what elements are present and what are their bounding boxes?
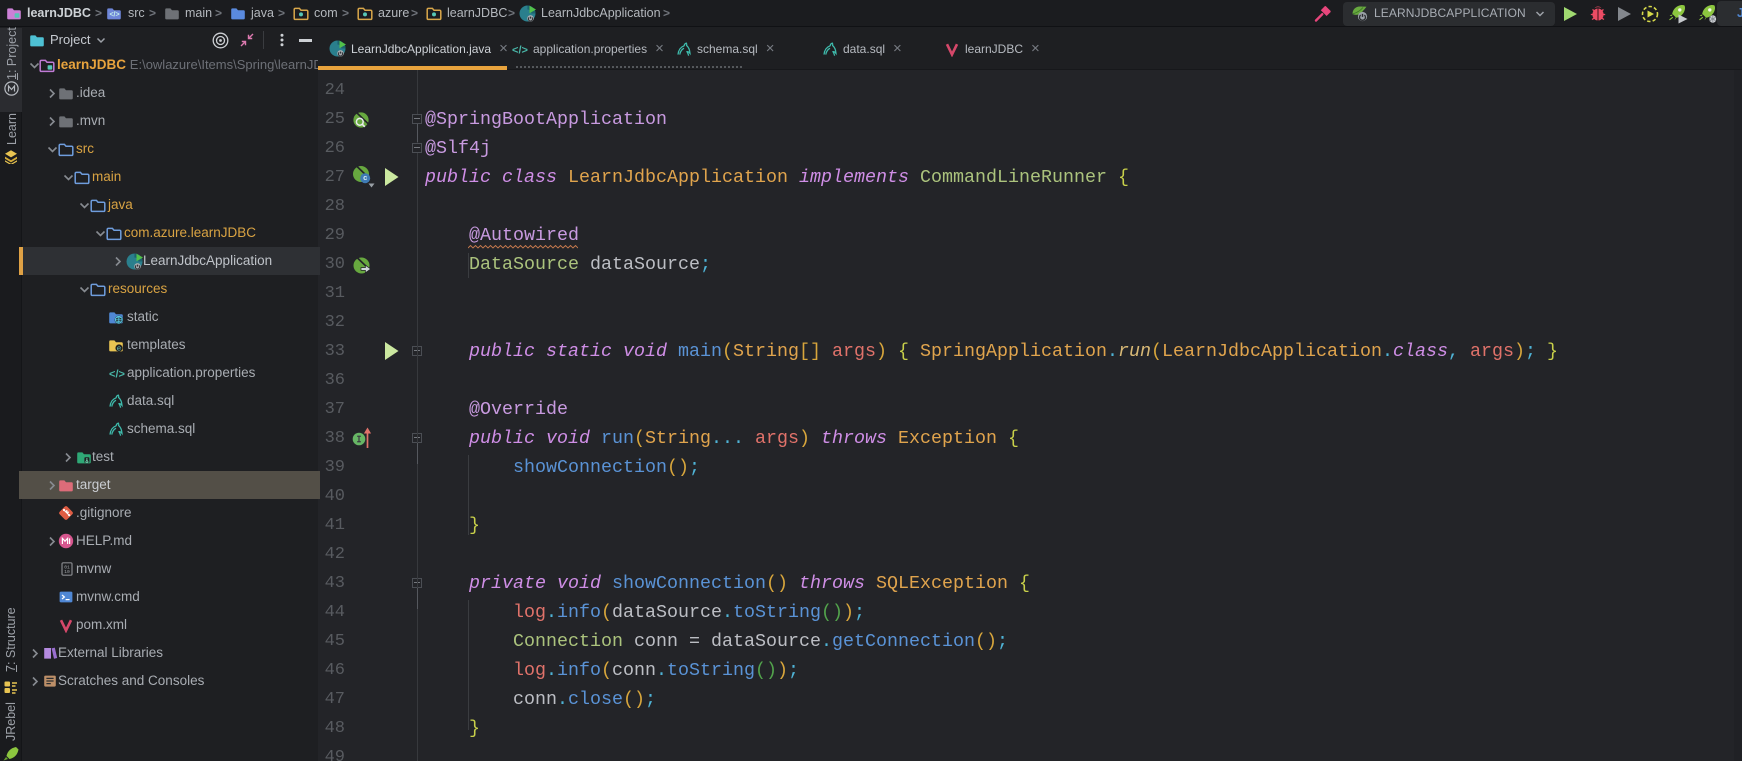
svg-text:</>: </>: [109, 12, 119, 19]
svg-text:</>: </>: [512, 44, 528, 56]
svg-text:e: e: [117, 346, 122, 353]
svg-text:10: 10: [64, 569, 70, 575]
svg-text:c: c: [363, 173, 367, 182]
svg-text:</>: </>: [109, 369, 125, 381]
